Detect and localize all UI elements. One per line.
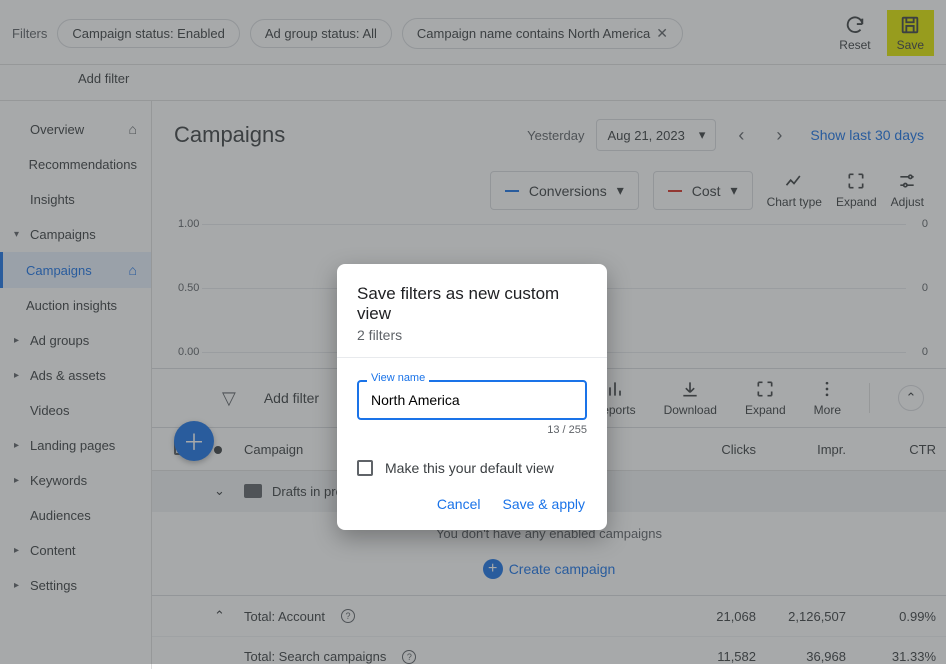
modal-subtitle: 2 filters (357, 327, 587, 343)
default-view-checkbox[interactable] (357, 460, 373, 476)
char-counter: 13 / 255 (357, 424, 587, 436)
view-name-label: View name (367, 372, 429, 384)
view-name-input[interactable] (357, 380, 587, 420)
default-view-label: Make this your default view (385, 460, 554, 476)
save-apply-button[interactable]: Save & apply (503, 496, 586, 512)
cancel-button[interactable]: Cancel (437, 496, 481, 512)
modal-title: Save filters as new custom view (357, 284, 587, 324)
save-view-modal: Save filters as new custom view 2 filter… (337, 264, 607, 530)
